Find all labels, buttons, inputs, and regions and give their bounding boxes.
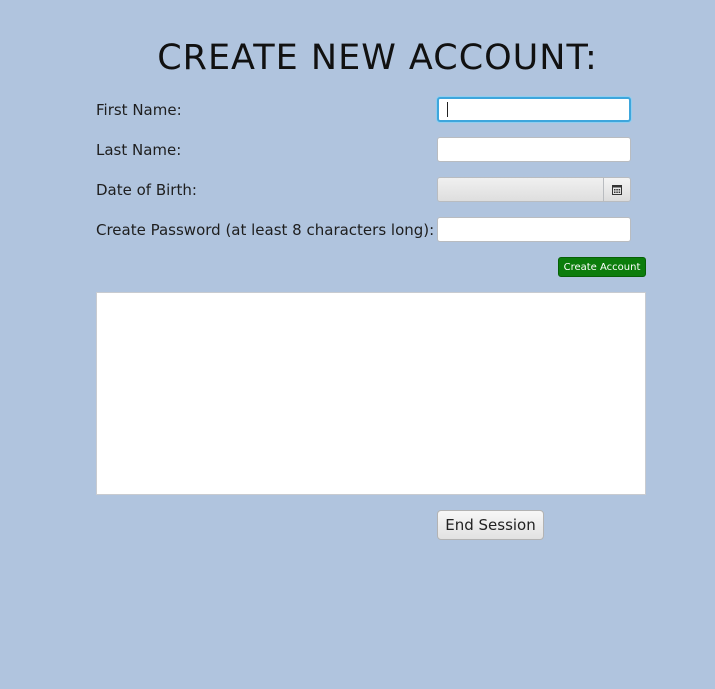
calendar-icon <box>612 184 622 195</box>
password-label: Create Password (at least 8 characters l… <box>96 221 435 239</box>
end-session-button[interactable]: End Session <box>437 510 544 540</box>
first-name-input[interactable] <box>437 97 631 122</box>
page-title: CREATE NEW ACCOUNT: <box>157 38 598 78</box>
text-caret <box>447 102 448 117</box>
last-name-label: Last Name: <box>96 141 182 159</box>
dob-calendar-button[interactable] <box>603 178 630 201</box>
output-text-area[interactable] <box>96 292 646 495</box>
password-input[interactable] <box>437 217 631 242</box>
dob-input[interactable] <box>438 178 603 201</box>
dob-label: Date of Birth: <box>96 181 197 199</box>
first-name-label: First Name: <box>96 101 182 119</box>
dob-date-picker[interactable] <box>437 177 631 202</box>
create-account-button[interactable]: Create Account <box>558 257 646 277</box>
last-name-input[interactable] <box>437 137 631 162</box>
